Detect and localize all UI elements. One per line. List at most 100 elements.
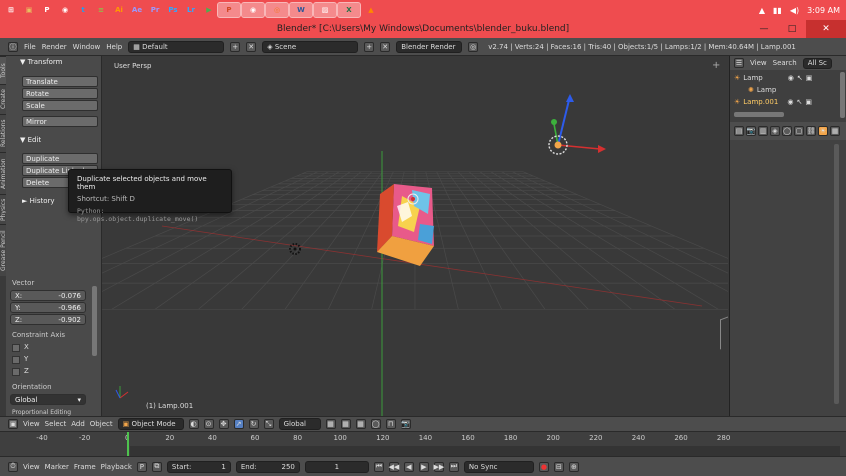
menu-window[interactable]: Window bbox=[73, 43, 101, 51]
pivot-icon[interactable]: ⊙ bbox=[203, 419, 214, 429]
vp-menu-object[interactable]: Object bbox=[90, 420, 113, 428]
twitter-icon[interactable]: t bbox=[76, 3, 90, 17]
outliner-editor-icon[interactable]: ☰ bbox=[734, 58, 744, 68]
translate-manip-icon[interactable]: ↗ bbox=[233, 419, 244, 429]
select-arrow-icon[interactable]: ↖ bbox=[796, 98, 802, 106]
timeline-track[interactable] bbox=[130, 446, 840, 456]
proportional-icon[interactable]: ◯ bbox=[370, 419, 381, 429]
illustrator-icon[interactable]: Ai bbox=[112, 3, 126, 17]
timeline-editor-icon[interactable]: ⏱ bbox=[8, 461, 18, 472]
render-tab-icon[interactable]: 📷 bbox=[746, 126, 756, 136]
play-icon[interactable]: ▶ bbox=[418, 461, 429, 472]
viewport-canvas[interactable] bbox=[102, 56, 728, 416]
mirror-button[interactable]: Mirror bbox=[22, 116, 98, 127]
outliner-menu-search[interactable]: Search bbox=[773, 59, 797, 67]
outliner-row-lamp[interactable]: ☀ Lamp ◉ ↖ ▣ bbox=[734, 74, 812, 82]
axis-y-checkbox[interactable] bbox=[12, 356, 20, 364]
axis-x-checkbox[interactable] bbox=[12, 344, 20, 352]
menu-help[interactable]: Help bbox=[106, 43, 122, 51]
properties-edge-handle[interactable] bbox=[720, 316, 728, 350]
transform-panel-header[interactable]: ▼ Transform bbox=[20, 58, 62, 66]
close-button[interactable]: ✕ bbox=[806, 20, 846, 38]
chrome-icon-2[interactable]: ◉ bbox=[241, 2, 265, 18]
menu-file[interactable]: File bbox=[24, 43, 36, 51]
layers-icon-3[interactable]: ▦ bbox=[355, 419, 366, 429]
shading-icon[interactable]: ◐ bbox=[188, 419, 199, 429]
translate-button[interactable]: Translate bbox=[22, 76, 98, 87]
pinterest-icon[interactable]: P bbox=[40, 3, 54, 17]
start-frame-field[interactable]: Start: 1 bbox=[166, 460, 231, 473]
edit-panel-header[interactable]: ▼ Edit bbox=[20, 136, 41, 144]
notepad-icon[interactable]: ≡ bbox=[94, 3, 108, 17]
constraints-tab-icon[interactable]: ⛓ bbox=[806, 126, 816, 136]
chrome-icon[interactable]: ◉ bbox=[58, 3, 72, 17]
screen-layout-select[interactable]: ▦ Default bbox=[128, 40, 225, 53]
preview-range-icon[interactable]: P bbox=[136, 461, 147, 472]
snap-icon[interactable]: ⊓ bbox=[385, 419, 396, 429]
powerpoint-icon[interactable]: P bbox=[217, 2, 241, 18]
properties-scrollbar[interactable] bbox=[834, 144, 839, 404]
outliner-menu-view[interactable]: View bbox=[750, 59, 767, 67]
network-icon[interactable]: ▮▮ bbox=[773, 6, 782, 15]
keyframe-icon[interactable]: ⊕ bbox=[568, 461, 579, 472]
scene-tab-icon[interactable]: ◈ bbox=[770, 126, 780, 136]
render-camera-icon[interactable]: ▣ bbox=[805, 98, 812, 106]
jump-end-icon[interactable]: ⏭ bbox=[448, 461, 459, 472]
blender-icon[interactable]: ◎ bbox=[265, 2, 289, 18]
rotate-button[interactable]: Rotate bbox=[22, 88, 98, 99]
layers-icon-2[interactable]: ▦ bbox=[340, 419, 351, 429]
vlc-icon[interactable]: ▲ bbox=[364, 3, 378, 17]
remove-screen-icon[interactable]: ✕ bbox=[246, 41, 257, 52]
duplicate-button[interactable]: Duplicate bbox=[22, 153, 98, 164]
minimize-button[interactable]: — bbox=[750, 20, 778, 38]
camtasia-icon[interactable]: ▶ bbox=[202, 3, 216, 17]
end-frame-field[interactable]: End: 250 bbox=[235, 460, 300, 473]
current-frame-cursor[interactable] bbox=[127, 432, 129, 457]
mode-select[interactable]: ▣ Object Mode bbox=[117, 418, 184, 430]
next-key-icon[interactable]: ▶▶ bbox=[433, 461, 444, 472]
current-frame-field[interactable]: 1 bbox=[304, 460, 369, 473]
properties-editor-icon[interactable]: ▤ bbox=[734, 126, 744, 136]
outliner-row-lamp-data[interactable]: ✺ Lamp bbox=[748, 86, 776, 94]
add-scene-icon[interactable]: + bbox=[364, 41, 375, 52]
world-tab-icon[interactable]: ◯ bbox=[782, 126, 792, 136]
sync-select[interactable]: No Sync bbox=[463, 460, 534, 473]
timeline[interactable]: -40-200204060801001201401601802002202402… bbox=[0, 431, 846, 457]
lightroom-icon[interactable]: Lr bbox=[184, 3, 198, 17]
layers-icon[interactable]: ▦ bbox=[325, 419, 336, 429]
history-panel-header[interactable]: ► History bbox=[22, 197, 55, 205]
frame-lock-icon[interactable]: ⧉ bbox=[151, 461, 162, 472]
outliner-hscroll[interactable] bbox=[734, 112, 784, 117]
paint-icon[interactable]: ▨ bbox=[313, 2, 337, 18]
tl-menu-view[interactable]: View bbox=[23, 463, 40, 471]
explorer-icon[interactable]: ▣ bbox=[22, 3, 36, 17]
scene-select[interactable]: ◈ Scene bbox=[262, 40, 359, 53]
render-preview-icon[interactable]: 📷 bbox=[400, 419, 411, 429]
tl-menu-marker[interactable]: Marker bbox=[45, 463, 69, 471]
vp-menu-add[interactable]: Add bbox=[71, 420, 85, 428]
scale-button[interactable]: Scale bbox=[22, 100, 98, 111]
volume-icon[interactable]: ◀) bbox=[790, 6, 799, 15]
editor-type-icon[interactable]: ⓘ bbox=[8, 41, 18, 52]
windows-icon[interactable]: ⊞ bbox=[4, 3, 18, 17]
texture-tab-icon[interactable]: ▦ bbox=[830, 126, 840, 136]
remove-scene-icon[interactable]: ✕ bbox=[380, 41, 391, 52]
word-icon[interactable]: W bbox=[289, 2, 313, 18]
vector-z-field[interactable]: Z: -0.902 bbox=[10, 314, 86, 325]
vector-y-field[interactable]: Y: -0.966 bbox=[10, 302, 86, 313]
photoshop-icon[interactable]: Ps bbox=[166, 3, 180, 17]
tl-menu-playback[interactable]: Playback bbox=[101, 463, 132, 471]
maximize-button[interactable]: □ bbox=[778, 20, 806, 38]
data-tab-icon[interactable]: ☀ bbox=[818, 126, 828, 136]
tl-menu-frame[interactable]: Frame bbox=[74, 463, 96, 471]
viewport-editor-icon[interactable]: ▣ bbox=[8, 419, 18, 429]
vp-menu-select[interactable]: Select bbox=[45, 420, 67, 428]
render-layers-tab-icon[interactable]: ▥ bbox=[758, 126, 768, 136]
tray-up-icon[interactable]: ▲ bbox=[759, 6, 765, 15]
visibility-eye-icon[interactable]: ◉ bbox=[787, 98, 793, 106]
axis-z-checkbox[interactable] bbox=[12, 368, 20, 376]
excel-icon[interactable]: X bbox=[337, 2, 361, 18]
outliner-vscroll[interactable] bbox=[840, 72, 845, 118]
record-icon[interactable]: ● bbox=[538, 461, 549, 472]
scale-manip-icon[interactable]: ⤡ bbox=[263, 419, 274, 429]
